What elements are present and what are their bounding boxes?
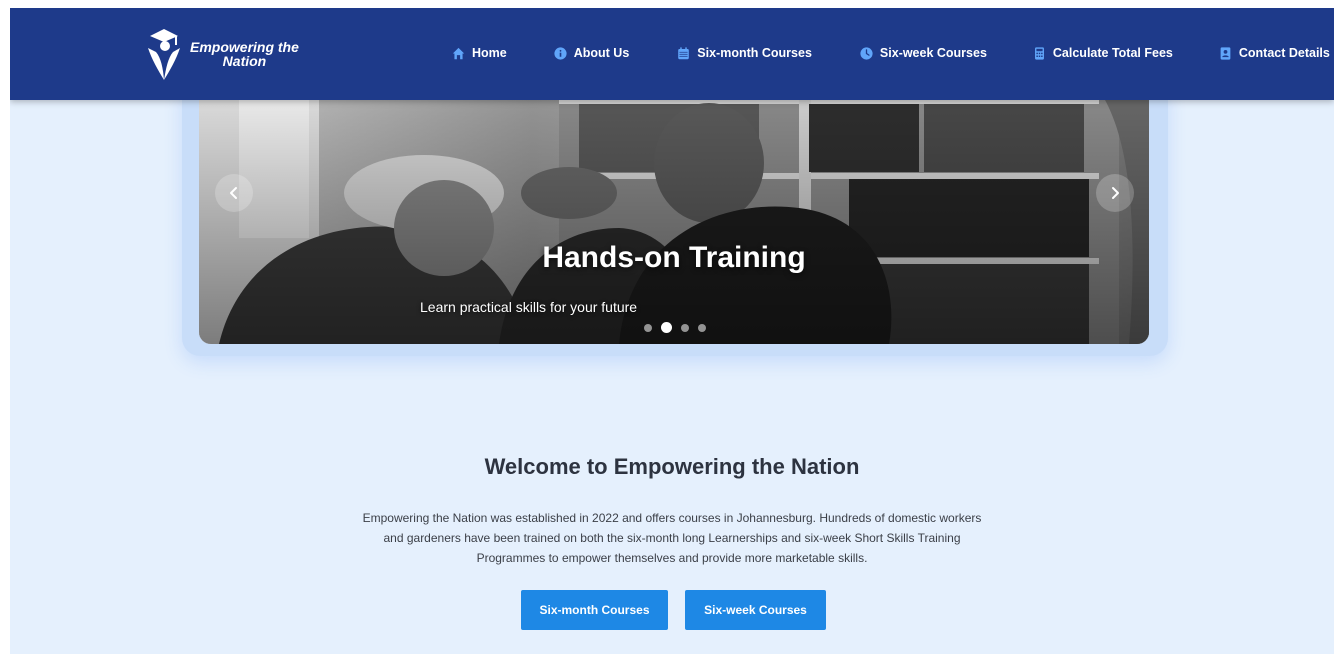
carousel-dot[interactable] — [644, 323, 652, 332]
calendar-icon — [678, 46, 690, 59]
brand-logo-link[interactable]: Empowering the Nation — [146, 26, 299, 82]
calculator-icon — [1034, 46, 1044, 60]
info-icon — [554, 46, 567, 60]
nav-item-contact-details[interactable]: Contact Details — [1219, 46, 1330, 60]
brand-line-1: Empowering the — [190, 39, 299, 55]
chevron-right-icon — [1112, 187, 1119, 199]
nav-item-label: Contact Details — [1238, 46, 1330, 60]
six-month-courses-button[interactable]: Six-month Courses — [521, 590, 668, 630]
carousel-dot[interactable] — [698, 323, 706, 332]
graduate-icon — [148, 29, 180, 80]
brand-name: Empowering the Nation — [190, 40, 299, 68]
slide-subtitle: Learn practical skills for your future — [420, 299, 638, 315]
welcome-description: Empowering the Nation was established in… — [362, 511, 982, 565]
navbar: Empowering the Nation Home About Us Six-… — [10, 8, 1334, 100]
carousel-dot-active[interactable] — [661, 322, 672, 333]
home-icon — [452, 47, 465, 59]
carousel-dot[interactable] — [681, 323, 689, 332]
carousel-indicators — [644, 322, 715, 333]
chevron-left-icon — [230, 187, 237, 199]
nav-item-label: Home — [472, 46, 507, 60]
nav-item-label: Calculate Total Fees — [1052, 46, 1173, 60]
nav-item-about-us[interactable]: About Us — [554, 46, 630, 60]
nav-item-six-month-courses[interactable]: Six-month Courses — [677, 46, 812, 60]
six-week-courses-button[interactable]: Six-week Courses — [685, 590, 826, 630]
nav-item-six-week-courses[interactable]: Six-week Courses — [860, 46, 987, 60]
page: Empowering the Nation Home About Us Six-… — [10, 8, 1334, 654]
nav-item-label: About Us — [573, 46, 630, 60]
nav-item-label: Six-week Courses — [879, 46, 987, 60]
brand-line-2: Nation — [222, 53, 267, 69]
hero-carousel: Hands-on Training Learn practical skills… — [199, 78, 1149, 344]
contact-icon — [1220, 46, 1231, 60]
nav-links: Home About Us Six-month Courses Six-week… — [452, 46, 1330, 60]
slide-title: Hands-on Training — [542, 241, 806, 274]
nav-item-calculate-total-fees[interactable]: Calculate Total Fees — [1033, 46, 1173, 60]
welcome-title: Welcome to Empowering the Nation — [484, 454, 860, 479]
hero-image — [199, 78, 1149, 344]
carousel-next-button[interactable] — [1096, 174, 1134, 212]
clock-icon — [860, 46, 873, 60]
nav-item-home[interactable]: Home — [452, 46, 507, 60]
carousel-prev-button[interactable] — [215, 174, 253, 212]
nav-item-label: Six-month Courses — [697, 46, 812, 60]
